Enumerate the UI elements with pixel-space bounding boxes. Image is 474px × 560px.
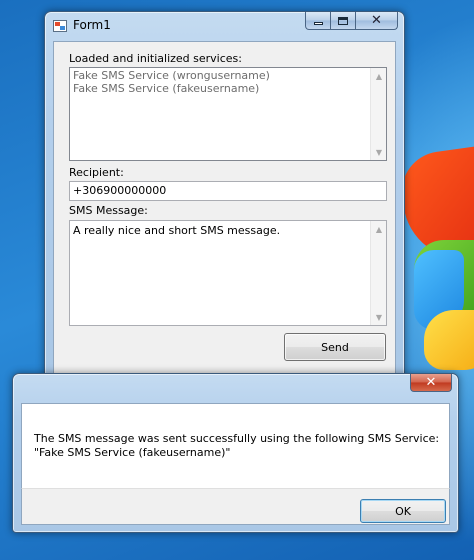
scroll-down-arrow-icon[interactable]: ▼ (371, 144, 386, 160)
message-text-line2: "Fake SMS Service (fakeusername)" (34, 446, 231, 459)
list-item[interactable]: Fake SMS Service (fakeusername) (73, 82, 369, 95)
recipient-field[interactable]: +306900000000 (69, 181, 387, 201)
recipient-label: Recipient: (69, 166, 124, 179)
form1-titlebar[interactable]: Form1 ✕ (45, 12, 404, 40)
scroll-up-arrow-icon[interactable]: ▲ (371, 68, 386, 84)
list-item[interactable]: Fake SMS Service (wrongusername) (73, 69, 369, 82)
services-scrollbar[interactable]: ▲ ▼ (370, 68, 386, 160)
sms-message-text: A really nice and short SMS message. (73, 224, 281, 237)
close-icon: ✕ (425, 375, 437, 390)
message-footer: OK (21, 488, 450, 525)
ok-button[interactable]: OK (360, 499, 446, 523)
window-title: Form1 (73, 18, 111, 32)
sms-message-label: SMS Message: (69, 204, 148, 217)
services-listbox[interactable]: Fake SMS Service (wrongusername) Fake SM… (69, 67, 387, 161)
message-text-line1: The SMS message was sent successfully us… (34, 432, 440, 445)
send-button[interactable]: Send (284, 333, 386, 361)
windows-logo-yellow (424, 310, 474, 370)
minimize-button[interactable] (305, 12, 331, 30)
maximize-button[interactable] (331, 12, 356, 30)
services-label: Loaded and initialized services: (69, 52, 242, 65)
application-window-icon[interactable] (53, 20, 67, 32)
message-box-titlebar[interactable]: ✕ (13, 374, 458, 402)
scroll-down-arrow-icon[interactable]: ▼ (371, 309, 386, 325)
maximize-icon (338, 16, 348, 25)
sms-message-field[interactable]: A really nice and short SMS message. ▲ ▼ (69, 220, 387, 326)
message-content-area: The SMS message was sent successfully us… (21, 403, 450, 488)
close-button[interactable]: ✕ (356, 12, 398, 30)
close-button[interactable]: ✕ (410, 374, 452, 392)
message-box-window: ✕ The SMS message was sent successfully … (12, 373, 459, 533)
form1-client-area: Loaded and initialized services: Fake SM… (53, 41, 396, 376)
form1-window: Form1 ✕ Loaded and initialized services:… (44, 11, 405, 377)
message-scrollbar[interactable]: ▲ ▼ (370, 221, 386, 325)
caption-buttons: ✕ (305, 12, 398, 30)
close-icon: ✕ (371, 13, 382, 28)
scroll-up-arrow-icon[interactable]: ▲ (371, 221, 386, 237)
caption-buttons: ✕ (410, 374, 452, 392)
minimize-icon (313, 22, 323, 25)
